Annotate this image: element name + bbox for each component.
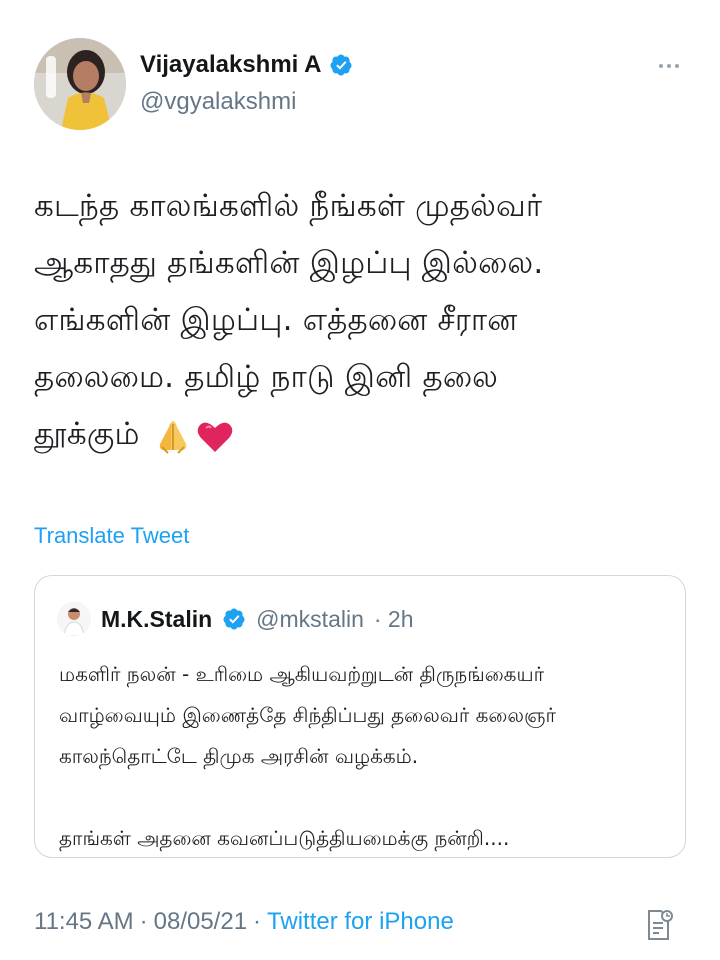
dot-icon	[659, 64, 663, 68]
quoted-display-name[interactable]: M.K.Stalin	[101, 606, 212, 633]
footer-separator: ·	[253, 908, 262, 935]
dot-icon	[675, 64, 679, 68]
tweet-text-line: தலைமை. தமிழ் நாடு இனி தலை	[34, 359, 499, 395]
avatar[interactable]	[34, 38, 126, 130]
author-display-name[interactable]: Vijayalakshmi A	[140, 51, 321, 79]
quoted-text-line: காலந்தொட்டே திமுக அரசின் வழக்கம்.	[59, 744, 419, 768]
tweet-text-line: கடந்த காலங்களில் நீங்கள் முதல்வர்	[34, 188, 543, 224]
tweet-header: Vijayalakshmi A @vgyalakshmi	[34, 38, 694, 138]
dot-icon	[667, 64, 671, 68]
translate-tweet-link[interactable]: Translate Tweet	[34, 523, 189, 549]
tweet-time[interactable]: 11:45 AM	[34, 908, 134, 936]
quoted-text-line: தாங்கள் அதனை கவனப்படுத்தியமைக்கு நன்றி..…	[59, 826, 510, 850]
quoted-handle[interactable]: @mkstalin	[256, 606, 364, 633]
verified-badge-icon	[330, 54, 352, 76]
quoted-tweet-header: M.K.Stalin @mkstalin · 2h	[57, 602, 414, 636]
tweet-text-line: ஆகாதது தங்களின் இழப்பு இல்லை.	[34, 245, 544, 281]
quoted-tweet-text: மகளிர் நலன் - உரிமை ஆகியவற்றுடன் திருநங்…	[59, 654, 669, 859]
quoted-time[interactable]: · 2h	[374, 606, 414, 633]
profile-photo-avatar	[34, 38, 126, 130]
quoted-text-line: வாழ்வையும் இணைத்தே சிந்திப்பது தலைவர் கல…	[59, 703, 556, 727]
tweet-text-line: எங்களின் இழப்பு. எத்தனை சீரான	[34, 302, 518, 338]
tweet-text: கடந்த காலங்களில் நீங்கள் முதல்வர் ஆகாதது…	[34, 178, 684, 463]
tweet-analytics-icon[interactable]	[644, 908, 674, 942]
profile-photo-avatar	[57, 602, 91, 636]
folded-hands-icon	[159, 420, 186, 454]
author-handle[interactable]: @vgyalakshmi	[140, 88, 296, 116]
tweet-source[interactable]: Twitter for iPhone	[267, 908, 454, 936]
footer-separator: ·	[139, 908, 148, 935]
author-name-row: Vijayalakshmi A	[140, 48, 353, 82]
tweet-last-line: தூக்கும்	[34, 406, 684, 463]
red-heart-icon	[197, 422, 232, 452]
more-options-icon[interactable]	[654, 56, 684, 76]
quoted-text-line: மகளிர் நலன் - உரிமை ஆகியவற்றுடன் திருநங்…	[59, 662, 545, 686]
verified-badge-icon	[223, 608, 245, 630]
tweet-date[interactable]: 08/05/21	[154, 908, 247, 936]
tweet-text-line: தூக்கும்	[34, 416, 140, 452]
tweet-footer: 11:45 AM · 08/05/21 · Twitter for iPhone	[34, 902, 686, 942]
quoted-avatar[interactable]	[57, 602, 91, 636]
emoji-row	[154, 417, 234, 455]
tweet-card: Vijayalakshmi A @vgyalakshmi கடந்த காலங்…	[0, 0, 720, 960]
quoted-tweet[interactable]: M.K.Stalin @mkstalin · 2h மகளிர் நலன் - …	[34, 575, 686, 858]
